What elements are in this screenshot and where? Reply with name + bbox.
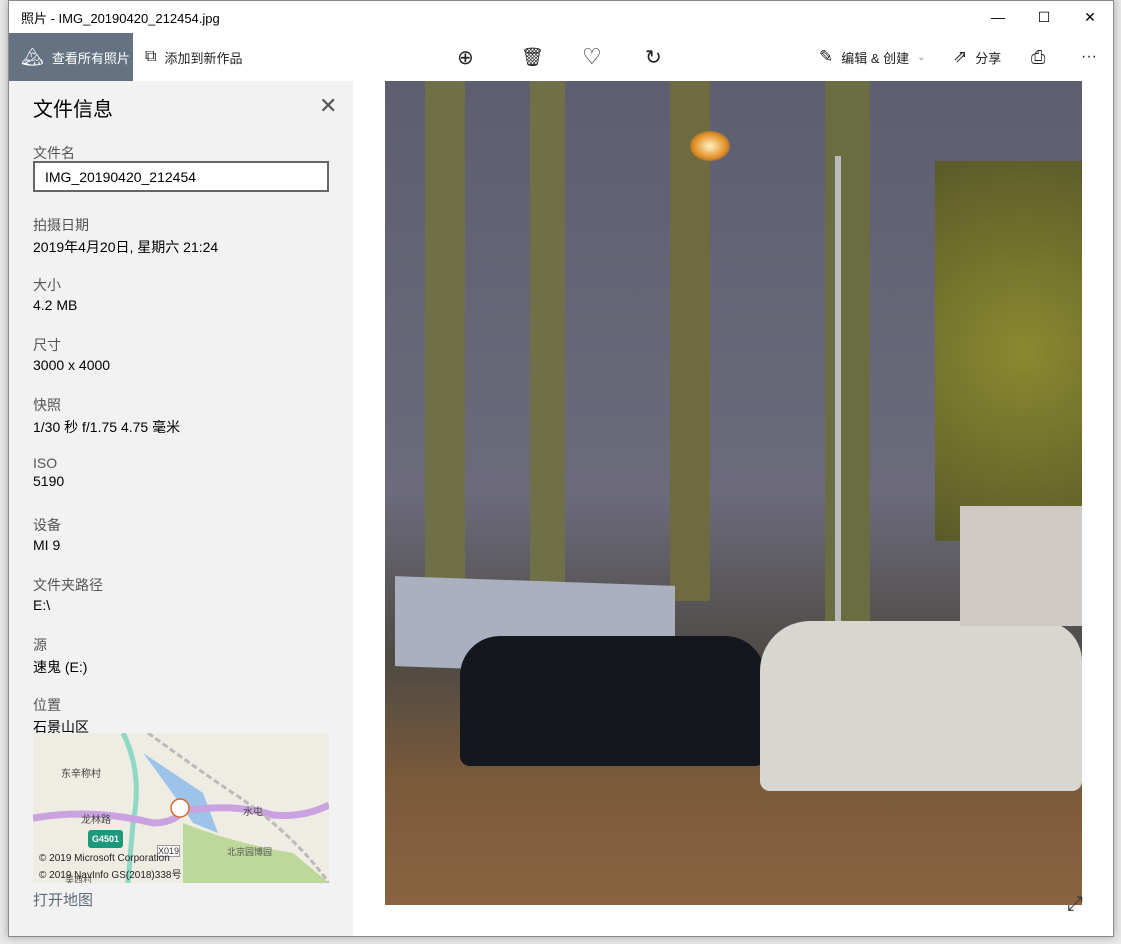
field-value: 5190 (33, 473, 65, 489)
field-shot: 快照 1/30 秒 f/1.75 4.75 毫米 (33, 395, 180, 437)
close-button[interactable]: ✕ (1067, 1, 1113, 33)
field-label: 文件夹路径 (33, 577, 103, 593)
field-label: 拍摄日期 (33, 217, 89, 233)
open-map-link[interactable]: 打开地图 (33, 889, 93, 910)
field-label: 源 (33, 637, 47, 653)
favorite-heart-icon[interactable]: ♡ (582, 33, 602, 81)
rotate-icon[interactable]: ↻ (645, 33, 662, 81)
add-to-creation-button[interactable]: ⧉ 添加到新作品 (145, 33, 242, 81)
field-device: 设备 MI 9 (33, 515, 61, 553)
photos-window: 照片 - IMG_20190420_212454.jpg — ☐ ✕ 🏔 查看所… (8, 0, 1114, 937)
field-value: 2019年4月20日, 星期六 21:24 (33, 239, 219, 255)
window-title: 照片 - IMG_20190420_212454.jpg (21, 10, 220, 26)
view-all-photos-button[interactable]: 🏔 查看所有照片 (9, 33, 133, 81)
chevron-down-icon: ⌄ (917, 51, 926, 63)
field-iso: ISO 5190 (33, 455, 64, 489)
field-label: 位置 (33, 697, 61, 713)
map-label: 龙林路 (81, 815, 111, 826)
edit-create-button[interactable]: ✎ 编辑 & 创建 ⌄ (819, 33, 926, 81)
share-label: 分享 (975, 50, 1002, 66)
field-value: 速鬼 (E:) (33, 659, 88, 675)
filename-input[interactable] (33, 161, 329, 192)
map-label: G4501 (92, 834, 120, 844)
view-all-photos-label: 查看所有照片 (51, 50, 130, 66)
edit-pencil-icon: ✎ (819, 47, 834, 66)
share-button[interactable]: ⇗ 分享 (953, 33, 1001, 81)
map-label: 水屯 (243, 807, 263, 818)
maximize-button[interactable]: ☐ (1021, 1, 1067, 33)
field-source: 源速鬼 (E:) (33, 635, 87, 677)
field-label: ISO (33, 455, 58, 471)
minimize-button[interactable]: — (975, 1, 1021, 33)
more-options-icon[interactable]: ··· (1081, 33, 1097, 81)
field-value: 3000 x 4000 (33, 357, 111, 373)
photo-icon: 🏔 (21, 46, 44, 67)
field-label: 快照 (33, 397, 61, 413)
edit-create-label: 编辑 & 创建 (841, 50, 910, 66)
field-label: 大小 (33, 277, 61, 293)
map-label: 东辛称村 (61, 769, 101, 780)
photo-view (385, 81, 1082, 905)
add-to-creation-icon: ⧉ (145, 48, 157, 65)
file-info-panel: 文件信息 ✕ 文件名 拍摄日期 2019年4月20日, 星期六 21:24 大小 4… (9, 81, 353, 936)
field-label: 设备 (33, 517, 61, 533)
location-map[interactable]: 东辛称村 龙林路 水屯 G4501 X019 北京园博园 吴西村 © 2019 … (33, 733, 329, 883)
field-value: MI 9 (33, 537, 61, 553)
toolbar: 🏔 查看所有照片 ⧉ 添加到新作品 ⊕ 🗑 ♡ ↻ ✎ 编辑 & 创建 ⌄ ⇗ … (9, 33, 1113, 81)
field-dimensions: 尺寸 3000 x 4000 (33, 335, 110, 373)
field-value: E:\ (33, 597, 51, 613)
panel-title: 文件信息 (33, 99, 113, 121)
field-value: 4.2 MB (33, 297, 78, 313)
zoom-in-icon[interactable]: ⊕ (457, 33, 474, 81)
filename-label: 文件名 (33, 145, 75, 161)
field-size: 大小 4.2 MB (33, 275, 77, 313)
add-to-creation-label: 添加到新作品 (164, 50, 243, 66)
delete-icon[interactable]: 🗑 (521, 33, 544, 81)
field-value: 1/30 秒 f/1.75 4.75 毫米 (33, 419, 181, 435)
print-icon[interactable]: ⎙ (1031, 33, 1045, 81)
close-panel-icon[interactable]: ✕ (319, 93, 337, 119)
share-icon: ⇗ (953, 47, 968, 66)
field-label: 尺寸 (33, 337, 61, 353)
map-copyright: © 2019 Microsoft Corporation (39, 853, 170, 864)
field-location: 位置 石景山区 (33, 695, 89, 737)
expand-icon[interactable]: ⤢ (1067, 893, 1083, 916)
title-bar: 照片 - IMG_20190420_212454.jpg — ☐ ✕ (9, 1, 1113, 33)
map-copyright: © 2019 NavInfo GS(2018)338号 (39, 870, 182, 881)
field-folder: 文件夹路径 E:\ (33, 575, 103, 613)
map-label: 北京园博园 (227, 847, 273, 857)
field-date: 拍摄日期 2019年4月20日, 星期六 21:24 (33, 215, 218, 257)
